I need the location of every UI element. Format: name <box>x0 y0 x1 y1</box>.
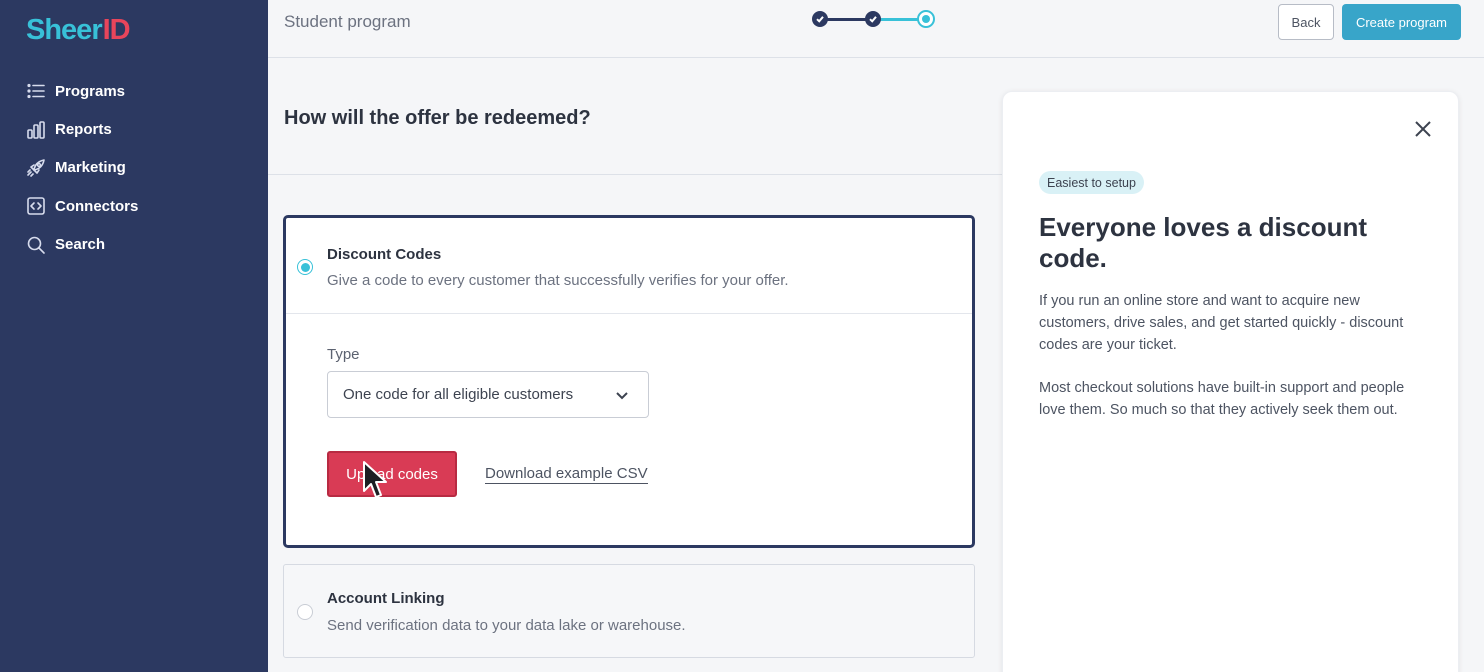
progress-stepper <box>812 10 935 28</box>
redemption-question: How will the offer be redeemed? <box>284 107 591 129</box>
sidebar-item-label: Reports <box>55 121 112 139</box>
option-title: Account Linking <box>327 590 445 607</box>
sheerid-logo[interactable]: Sheer ID <box>26 13 131 46</box>
rocket-icon <box>26 158 46 178</box>
account-linking-option[interactable]: Account Linking Send verification data t… <box>283 564 975 658</box>
status-badge: Easiest to setup <box>1039 171 1144 194</box>
back-button[interactable]: Back <box>1278 4 1334 40</box>
download-example-csv-link[interactable]: Download example CSV <box>485 465 648 484</box>
sidebar-item-marketing[interactable]: Marketing <box>26 149 138 187</box>
option-header: Discount Codes Give a code to every cust… <box>286 218 972 314</box>
upload-codes-button[interactable]: Upload codes <box>327 451 457 497</box>
option-description: Give a code to every customer that succe… <box>327 272 789 289</box>
mouse-cursor-icon <box>363 461 387 498</box>
step-1-check-icon[interactable] <box>812 11 828 27</box>
sidebar-nav: Programs Reports Marketing Connectors Se… <box>26 72 138 264</box>
type-label: Type <box>327 346 360 363</box>
sidebar-item-label: Programs <box>55 82 126 100</box>
option-description: Send verification data to your data lake… <box>327 617 686 634</box>
bar-chart-icon <box>26 120 46 140</box>
close-icon[interactable] <box>1413 119 1433 139</box>
logo-text: Sheer <box>26 13 103 46</box>
question-section: How will the offer be redeemed? <box>268 59 1002 175</box>
create-program-button[interactable]: Create program <box>1342 4 1461 40</box>
code-type-select[interactable]: One code for all eligible customers <box>327 371 649 418</box>
top-bar: Student program Back Create program <box>268 0 1484 58</box>
logo-id-mark: ID <box>102 13 131 46</box>
info-paragraph: Most checkout solutions have built-in su… <box>1039 380 1405 418</box>
sidebar-item-label: Connectors <box>55 197 139 215</box>
sidebar-item-label: Marketing <box>55 159 126 177</box>
sidebar-item-label: Search <box>55 236 106 254</box>
option-title: Discount Codes <box>327 246 442 263</box>
info-paragraph: If you run an online store and want to a… <box>1039 293 1404 353</box>
chevron-down-icon <box>614 387 630 403</box>
page-title: Student program <box>284 12 411 31</box>
sidebar-item-programs[interactable]: Programs <box>26 72 138 110</box>
step-2-check-icon[interactable] <box>865 11 881 27</box>
info-headline: Everyone loves a discount code. <box>1039 212 1368 273</box>
info-panel: Easiest to setup Everyone loves a discou… <box>1002 91 1459 672</box>
sidebar-item-search[interactable]: Search <box>26 226 138 264</box>
step-3-current[interactable] <box>917 10 935 28</box>
search-icon <box>26 235 46 255</box>
sidebar-item-reports[interactable]: Reports <box>26 110 138 148</box>
account-linking-radio[interactable] <box>297 604 313 620</box>
discount-codes-radio[interactable] <box>297 259 313 275</box>
code-type-value: One code for all eligible customers <box>343 386 574 403</box>
code-icon <box>26 196 46 216</box>
list-icon <box>26 81 46 101</box>
sidebar: Sheer ID Programs Reports Marketing Conne… <box>0 0 268 672</box>
sidebar-item-connectors[interactable]: Connectors <box>26 187 138 225</box>
